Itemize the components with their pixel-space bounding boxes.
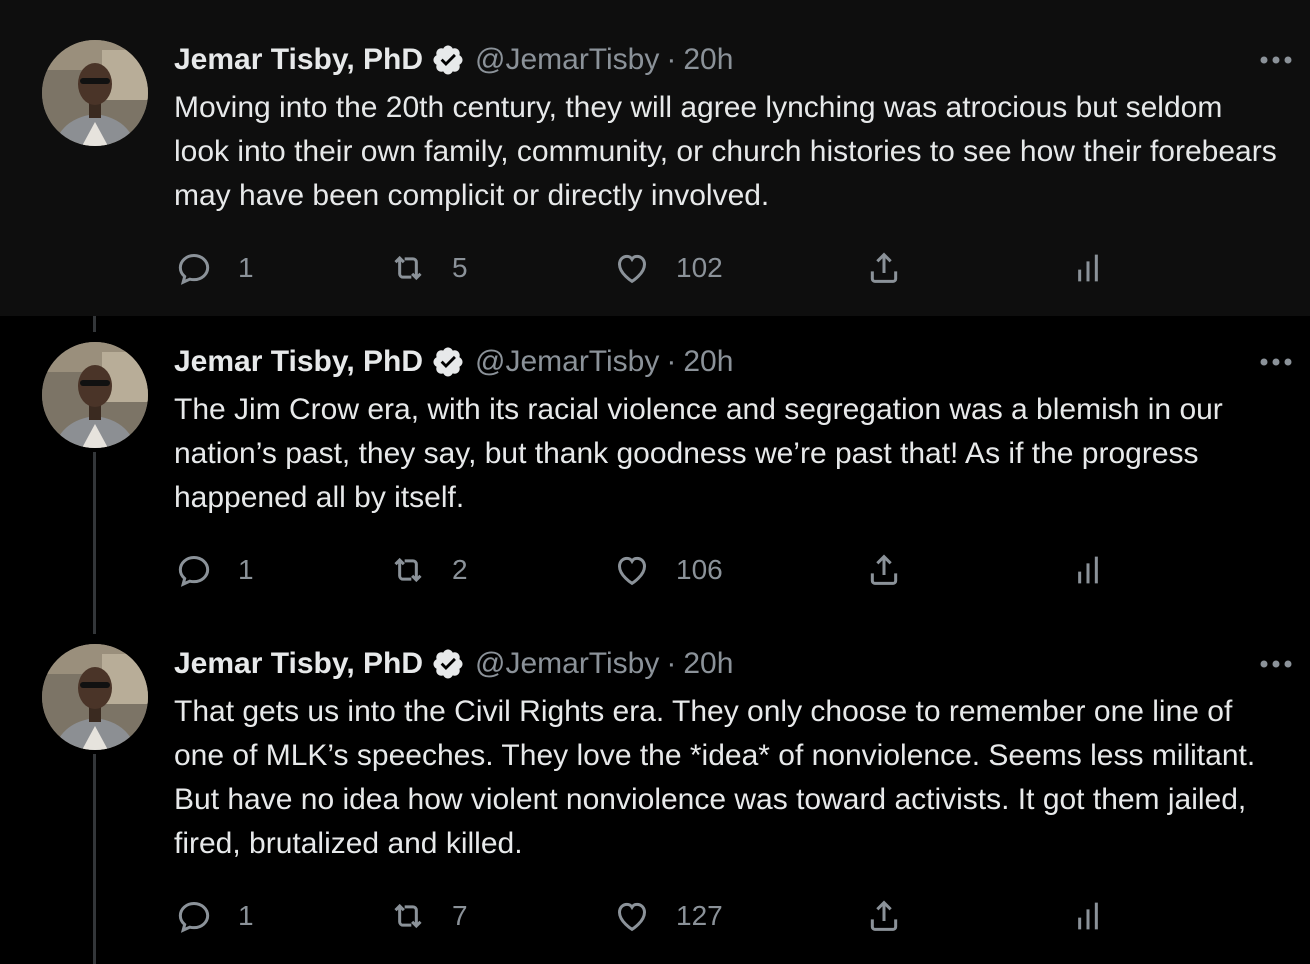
like-count: 127 — [676, 900, 723, 931]
tweet-actions: 1 7 127 — [174, 896, 1124, 936]
share-icon — [870, 554, 898, 585]
like-icon — [617, 902, 647, 932]
share-button[interactable] — [864, 550, 904, 590]
retweet-count: 7 — [452, 900, 468, 931]
retweet-button[interactable]: 5 — [388, 248, 468, 288]
like-icon — [617, 254, 647, 284]
author-name[interactable]: Jemar Tisby, PhD — [174, 43, 423, 77]
share-icon — [870, 252, 898, 283]
more-icon[interactable] — [1256, 352, 1296, 372]
separator: · — [666, 43, 677, 76]
timestamp[interactable]: 20h — [683, 345, 733, 379]
tweet[interactable]: Jemar Tisby, PhD @JemarTisby · 20h Movin… — [0, 0, 1310, 316]
like-button[interactable]: 106 — [612, 550, 723, 590]
retweet-icon — [394, 903, 422, 929]
retweet-icon — [394, 255, 422, 281]
reply-icon — [178, 253, 210, 285]
share-button[interactable] — [864, 896, 904, 936]
tweet-header: Jemar Tisby, PhD @JemarTisby · 20h — [174, 646, 733, 682]
more-icon[interactable] — [1256, 654, 1296, 674]
avatar[interactable] — [42, 644, 148, 750]
tweet-actions: 1 5 102 — [174, 248, 1124, 288]
tweet-text: That gets us into the Civil Rights era. … — [174, 695, 1256, 860]
tweet-header: Jemar Tisby, PhD @JemarTisby · 20h — [174, 42, 733, 78]
analytics-button[interactable] — [1068, 248, 1108, 288]
tweet[interactable]: Jemar Tisby, PhD @JemarTisby · 20h The J… — [0, 316, 1310, 618]
tweet-text: The Jim Crow era, with its racial violen… — [174, 393, 1223, 514]
verified-badge-icon — [431, 43, 465, 77]
tweet-actions: 1 2 106 — [174, 550, 1124, 590]
verified-badge-icon — [431, 647, 465, 681]
author-handle[interactable]: @JemarTisby — [475, 43, 659, 77]
analytics-icon — [1078, 254, 1098, 282]
reply-count: 1 — [238, 252, 254, 283]
separator: · — [666, 647, 677, 680]
reply-icon — [178, 555, 210, 587]
analytics-icon — [1078, 556, 1098, 584]
retweet-count: 5 — [452, 252, 468, 283]
like-button[interactable]: 127 — [612, 896, 723, 936]
author-name[interactable]: Jemar Tisby, PhD — [174, 647, 423, 681]
analytics-button[interactable] — [1068, 550, 1108, 590]
reply-count: 1 — [238, 554, 254, 585]
avatar-image — [42, 342, 148, 448]
avatar-image — [42, 40, 148, 146]
tweet-header: Jemar Tisby, PhD @JemarTisby · 20h — [174, 344, 733, 380]
analytics-button[interactable] — [1068, 896, 1108, 936]
reply-button[interactable]: 1 — [174, 248, 254, 288]
author-name[interactable]: Jemar Tisby, PhD — [174, 345, 423, 379]
timestamp[interactable]: 20h — [683, 43, 733, 77]
tweet[interactable]: Jemar Tisby, PhD @JemarTisby · 20h That … — [0, 618, 1310, 964]
like-button[interactable]: 102 — [612, 248, 723, 288]
like-count: 106 — [676, 554, 723, 585]
reply-button[interactable]: 1 — [174, 550, 254, 590]
reply-count: 1 — [238, 900, 254, 931]
reply-button[interactable]: 1 — [174, 896, 254, 936]
retweet-icon — [394, 557, 422, 583]
author-handle[interactable]: @JemarTisby — [475, 647, 659, 681]
analytics-icon — [1078, 902, 1098, 930]
retweet-button[interactable]: 7 — [388, 896, 468, 936]
avatar[interactable] — [42, 40, 148, 146]
avatar-image — [42, 644, 148, 750]
share-icon — [870, 900, 898, 931]
avatar[interactable] — [42, 342, 148, 448]
verified-badge-icon — [431, 345, 465, 379]
timestamp[interactable]: 20h — [683, 647, 733, 681]
like-count: 102 — [676, 252, 723, 283]
like-icon — [617, 556, 647, 586]
retweet-button[interactable]: 2 — [388, 550, 468, 590]
author-handle[interactable]: @JemarTisby — [475, 345, 659, 379]
reply-icon — [178, 901, 210, 933]
separator: · — [666, 345, 677, 378]
tweet-text: Moving into the 20th century, they will … — [174, 91, 1277, 212]
share-button[interactable] — [864, 248, 904, 288]
more-icon[interactable] — [1256, 50, 1296, 70]
retweet-count: 2 — [452, 554, 468, 585]
